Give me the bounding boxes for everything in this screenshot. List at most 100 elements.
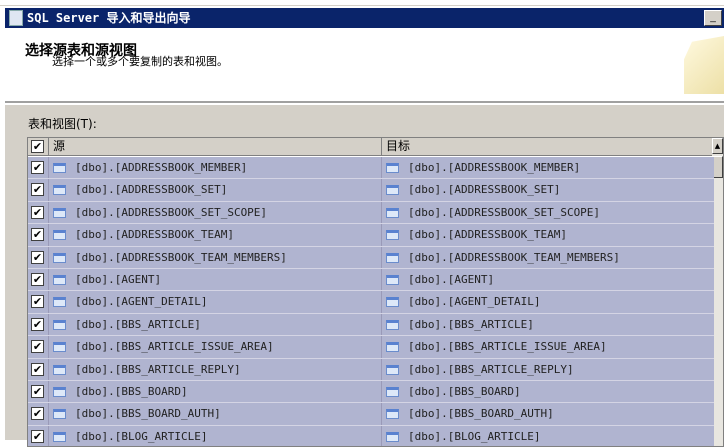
source-name: [dbo].[ADDRESSBOOK_SET_SCOPE]	[75, 205, 268, 219]
destination-cell[interactable]: [dbo].[ADDRESSBOOK_SET]	[381, 179, 714, 201]
table-icon	[53, 252, 66, 263]
destination-cell[interactable]: [dbo].[ADDRESSBOOK_MEMBER]	[381, 157, 714, 179]
table-row[interactable]: ✔ [dbo].[BBS_ARTICLE_ISSUE_AREA] [dbo].[…	[28, 336, 714, 359]
destination-cell[interactable]: [dbo].[BBS_ARTICLE]	[381, 313, 714, 336]
source-cell[interactable]: [dbo].[BBS_BOARD_AUTH]	[48, 403, 381, 425]
destination-name: [dbo].[ADDRESSBOOK_SET_SCOPE]	[408, 205, 601, 219]
grid-header: ✔ 源 目标	[28, 138, 714, 156]
table-row[interactable]: ✔ [dbo].[BBS_BOARD] [dbo].[BBS_BOARD]	[28, 381, 714, 404]
destination-cell[interactable]: [dbo].[ADDRESSBOOK_SET_SCOPE]	[381, 201, 714, 224]
table-row[interactable]: ✔ [dbo].[BBS_ARTICLE] [dbo].[BBS_ARTICLE…	[28, 313, 714, 337]
source-cell[interactable]: [dbo].[AGENT]	[48, 269, 381, 291]
destination-name: [dbo].[AGENT]	[408, 273, 495, 286]
row-checkbox[interactable]: ✔	[31, 161, 44, 174]
source-cell[interactable]: [dbo].[ADDRESSBOOK_TEAM_MEMBERS]	[48, 246, 381, 268]
table-row[interactable]: ✔ [dbo].[AGENT] [dbo].[AGENT]	[28, 269, 714, 292]
table-icon	[386, 342, 399, 353]
destination-name: [dbo].[AGENT_DETAIL]	[408, 295, 541, 309]
select-all-checkbox[interactable]: ✔	[31, 140, 44, 153]
row-checkbox[interactable]: ✔	[31, 228, 44, 242]
source-cell[interactable]: [dbo].[ADDRESSBOOK_SET]	[48, 179, 381, 201]
row-checkbox[interactable]: ✔	[31, 183, 44, 197]
source-cell[interactable]: [dbo].[ADDRESSBOOK_SET_SCOPE]	[48, 201, 381, 224]
table-icon	[53, 230, 66, 241]
table-icon	[386, 230, 399, 241]
source-name: [dbo].[ADDRESSBOOK_TEAM_MEMBERS]	[75, 250, 287, 264]
table-icon	[386, 409, 399, 420]
row-checkbox[interactable]: ✔	[31, 205, 44, 219]
destination-cell[interactable]: [dbo].[BBS_ARTICLE_REPLY]	[381, 358, 714, 380]
minimize-button[interactable]: _	[704, 10, 722, 26]
destination-name: [dbo].[BBS_BOARD_AUTH]	[408, 407, 554, 421]
source-name: [dbo].[ADDRESSBOOK_TEAM]	[75, 228, 234, 242]
destination-name: [dbo].[ADDRESSBOOK_TEAM_MEMBERS]	[408, 250, 620, 264]
source-name: [dbo].[AGENT]	[75, 273, 162, 286]
scroll-up-button[interactable]: ▲	[712, 138, 723, 154]
column-header-source[interactable]: 源	[48, 138, 381, 155]
table-icon	[386, 185, 399, 196]
destination-cell[interactable]: [dbo].[BLOG_ARTICLE]	[381, 425, 714, 446]
table-row[interactable]: ✔ [dbo].[ADDRESSBOOK_TEAM_MEMBERS] [dbo]…	[28, 246, 714, 269]
wizard-header: 选择源表和源视图 选择一个或多个要复制的表和视图。	[5, 28, 724, 103]
destination-cell[interactable]: [dbo].[BBS_BOARD_AUTH]	[381, 403, 714, 425]
table-row[interactable]: ✔ [dbo].[ADDRESSBOOK_MEMBER] [dbo].[ADDR…	[28, 157, 714, 180]
source-cell[interactable]: [dbo].[BBS_ARTICLE]	[48, 313, 381, 336]
destination-name: [dbo].[ADDRESSBOOK_MEMBER]	[408, 161, 581, 174]
source-name: [dbo].[BLOG_ARTICLE]	[75, 429, 208, 443]
row-checkbox[interactable]: ✔	[31, 407, 44, 421]
destination-name: [dbo].[ADDRESSBOOK_SET]	[408, 183, 561, 197]
table-icon	[53, 297, 66, 308]
table-row[interactable]: ✔ [dbo].[ADDRESSBOOK_SET_SCOPE] [dbo].[A…	[28, 201, 714, 225]
row-checkbox[interactable]: ✔	[31, 385, 44, 398]
table-icon	[53, 431, 66, 442]
table-icon	[53, 387, 66, 397]
source-cell[interactable]: [dbo].[ADDRESSBOOK_MEMBER]	[48, 157, 381, 179]
table-row[interactable]: ✔ [dbo].[ADDRESSBOOK_TEAM] [dbo].[ADDRES…	[28, 224, 714, 247]
table-row[interactable]: ✔ [dbo].[BLOG_ARTICLE] [dbo].[BLOG_ARTIC…	[28, 425, 714, 446]
source-cell[interactable]: [dbo].[AGENT_DETAIL]	[48, 291, 381, 313]
column-header-destination[interactable]: 目标	[381, 138, 714, 155]
wizard-icon	[9, 10, 23, 26]
source-cell[interactable]: [dbo].[ADDRESSBOOK_TEAM]	[48, 224, 381, 246]
table-row[interactable]: ✔ [dbo].[AGENT_DETAIL] [dbo].[AGENT_DETA…	[28, 291, 714, 314]
row-checkbox[interactable]: ✔	[31, 273, 44, 286]
table-icon	[53, 163, 66, 173]
source-name: [dbo].[ADDRESSBOOK_MEMBER]	[75, 161, 248, 174]
destination-name: [dbo].[ADDRESSBOOK_TEAM]	[408, 228, 567, 242]
source-cell[interactable]: [dbo].[BLOG_ARTICLE]	[48, 425, 381, 446]
table-icon	[53, 364, 66, 375]
source-cell[interactable]: [dbo].[BBS_ARTICLE_REPLY]	[48, 358, 381, 380]
table-icon	[53, 207, 66, 218]
table-icon	[386, 297, 399, 308]
row-checkbox[interactable]: ✔	[31, 317, 44, 331]
table-row[interactable]: ✔ [dbo].[BBS_ARTICLE_REPLY] [dbo].[BBS_A…	[28, 358, 714, 381]
row-checkbox[interactable]: ✔	[31, 250, 44, 264]
source-cell[interactable]: [dbo].[BBS_ARTICLE_ISSUE_AREA]	[48, 336, 381, 358]
table-row[interactable]: ✔ [dbo].[BBS_BOARD_AUTH] [dbo].[BBS_BOAR…	[28, 403, 714, 426]
row-checkbox[interactable]: ✔	[31, 429, 44, 443]
destination-cell[interactable]: [dbo].[ADDRESSBOOK_TEAM]	[381, 224, 714, 246]
destination-name: [dbo].[BBS_ARTICLE_ISSUE_AREA]	[408, 340, 607, 354]
destination-cell[interactable]: [dbo].[AGENT_DETAIL]	[381, 291, 714, 313]
destination-cell[interactable]: [dbo].[BBS_ARTICLE_ISSUE_AREA]	[381, 336, 714, 358]
destination-cell[interactable]: [dbo].[ADDRESSBOOK_TEAM_MEMBERS]	[381, 246, 714, 268]
row-checkbox[interactable]: ✔	[31, 295, 44, 309]
source-cell[interactable]: [dbo].[BBS_BOARD]	[48, 381, 381, 403]
row-checkbox[interactable]: ✔	[31, 340, 44, 354]
destination-cell[interactable]: [dbo].[BBS_BOARD]	[381, 381, 714, 403]
window-title: SQL Server 导入和导出向导	[27, 11, 191, 25]
table-icon	[386, 431, 399, 442]
source-name: [dbo].[BBS_ARTICLE]	[75, 317, 201, 331]
tables-label: 表和视图(T):	[28, 117, 97, 131]
table-icon	[386, 207, 399, 218]
wizard-logo-icon	[684, 36, 724, 94]
page-subtitle: 选择一个或多个要复制的表和视图。	[52, 55, 228, 68]
table-icon	[386, 163, 399, 173]
row-checkbox[interactable]: ✔	[31, 362, 44, 376]
table-icon	[386, 275, 399, 285]
destination-cell[interactable]: [dbo].[AGENT]	[381, 269, 714, 291]
table-row[interactable]: ✔ [dbo].[ADDRESSBOOK_SET] [dbo].[ADDRESS…	[28, 179, 714, 202]
destination-name: [dbo].[BLOG_ARTICLE]	[408, 429, 541, 443]
table-icon	[386, 387, 399, 397]
source-name: [dbo].[BBS_ARTICLE_ISSUE_AREA]	[75, 340, 274, 354]
